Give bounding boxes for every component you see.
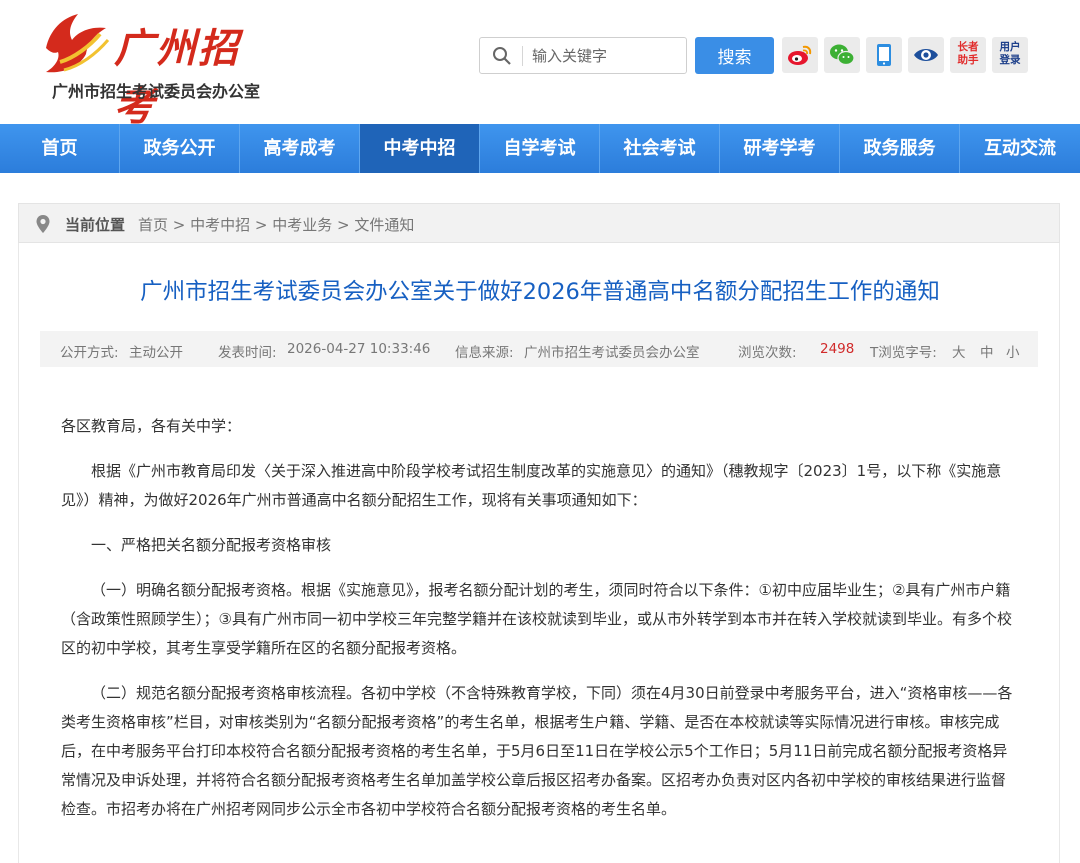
meta-views-count: 2498 — [820, 341, 855, 357]
elder-label-line1: 长者 — [957, 41, 979, 53]
nav-item-home[interactable]: 首页 — [0, 124, 120, 173]
search-divider — [522, 46, 523, 66]
site-subtitle: 广州市招生考试委员会办公室 — [52, 82, 261, 101]
breadcrumb-separator: > — [250, 216, 273, 234]
article-section-heading: 一、严格把关名额分配报考资格审核 — [91, 536, 332, 554]
font-size-small-button[interactable]: 小 — [1006, 341, 1020, 361]
weibo-icon — [788, 45, 812, 65]
user-login-label: 用户 登录 — [992, 41, 1028, 67]
nav-item-interaction[interactable]: 互动交流 — [960, 124, 1080, 173]
search-input[interactable] — [532, 42, 680, 70]
location-pin-icon — [36, 215, 50, 233]
article-title: 广州市招生考试委员会办公室关于做好2026年普通高中名额分配招生工作的通知 — [140, 279, 940, 305]
nav-item-services[interactable]: 政务服务 — [840, 124, 960, 173]
weibo-button[interactable] — [782, 37, 818, 73]
mobile-button[interactable] — [866, 37, 902, 73]
article-paragraph: （二）规范名额分配报考资格审核流程。各初中学校（不含特殊教育学校，下同）须在4月… — [61, 684, 1013, 818]
meta-source-label: 信息来源: — [455, 345, 514, 361]
meta-open-value: 主动公开 — [129, 345, 183, 361]
login-label-line1: 用户 — [999, 41, 1021, 53]
breadcrumb-link-notices[interactable]: 文件通知 — [354, 216, 414, 234]
search-button[interactable]: 搜索 — [695, 37, 774, 74]
eye-icon — [914, 49, 938, 61]
search-box — [479, 37, 687, 74]
breadcrumb-separator: > — [168, 216, 191, 234]
nav-item-government-affairs[interactable]: 政务公开 — [120, 124, 240, 173]
meta-date-value: 2026-04-27 10:33:46 — [287, 341, 431, 357]
nav-item-self-study-exam[interactable]: 自学考试 — [480, 124, 600, 173]
nav-item-social-exam[interactable]: 社会考试 — [600, 124, 720, 173]
meta-date-label: 发表时间: — [218, 345, 277, 361]
breadcrumb-link-high-school-exam[interactable]: 中考中招 — [190, 216, 250, 234]
elder-label-line2: 助手 — [957, 54, 979, 66]
site-logo[interactable]: 广州招考 广州市招生考试委员会办公室 — [40, 10, 280, 130]
article-body: 各区教育局，各有关中学： 根据《广州市教育局印发〈关于深入推进高中阶段学校考试招… — [61, 412, 1019, 840]
breadcrumb-path: 首页 > 中考中招 > 中考业务 > 文件通知 — [138, 214, 414, 235]
logo-wordmark: 广州招考 — [114, 25, 240, 130]
mobile-icon — [877, 44, 891, 66]
meta-font-size-label: T浏览字号: — [870, 345, 937, 361]
nav-item-graduate-exam[interactable]: 研考学考 — [720, 124, 840, 173]
wechat-button[interactable] — [824, 37, 860, 73]
meta-views-label: 浏览次数: — [738, 345, 797, 361]
font-size-medium-button[interactable]: 中 — [980, 341, 994, 361]
breadcrumb-link-home[interactable]: 首页 — [138, 216, 168, 234]
article-paragraph: （一）明确名额分配报考资格。根据《实施意见》，报考名额分配计划的考生，须同时符合… — [61, 581, 1012, 657]
elder-assistant-button[interactable]: 长者 助手 — [950, 37, 986, 73]
accessibility-button[interactable] — [908, 37, 944, 73]
logo-emblem-icon — [46, 14, 110, 73]
search-icon — [493, 47, 511, 65]
site-header: 广州招考 广州市招生考试委员会办公室 搜索 — [0, 0, 1080, 130]
meta-open-label: 公开方式: — [60, 345, 119, 361]
breadcrumb-label: 当前位置 — [65, 216, 126, 234]
wechat-icon — [830, 44, 855, 66]
breadcrumb: 当前位置 首页 > 中考中招 > 中考业务 > 文件通知 — [18, 203, 1060, 243]
breadcrumb-link-exam-business[interactable]: 中考业务 — [272, 216, 332, 234]
article-salutation: 各区教育局，各有关中学： — [61, 417, 242, 435]
meta-source-value: 广州市招生考试委员会办公室 — [524, 345, 700, 361]
main-nav: 首页 政务公开 高考成考 中考中招 自学考试 社会考试 研考学考 政务服务 互动… — [0, 124, 1080, 173]
user-login-button[interactable]: 用户 登录 — [992, 37, 1028, 73]
article-meta-bar: 公开方式: 主动公开 发表时间: 2026-04-27 10:33:46 信息来… — [40, 331, 1038, 367]
font-size-large-button[interactable]: 大 — [952, 341, 966, 361]
article-paragraph: 根据《广州市教育局印发〈关于深入推进高中阶段学校考试招生制度改革的实施意见〉的通… — [61, 462, 1002, 509]
elder-assistant-label: 长者 助手 — [950, 41, 986, 67]
login-label-line2: 登录 — [999, 54, 1021, 66]
breadcrumb-separator: > — [332, 216, 355, 234]
nav-item-college-exam[interactable]: 高考成考 — [240, 124, 360, 173]
nav-item-high-school-exam[interactable]: 中考中招 — [360, 124, 480, 173]
